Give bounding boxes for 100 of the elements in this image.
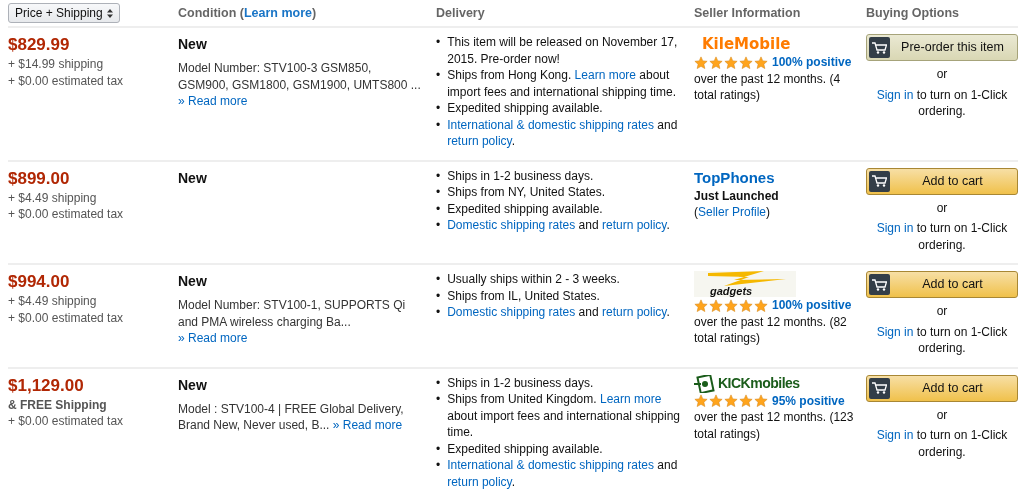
- sign-in-note: Sign in to turn on 1-Click ordering.: [875, 427, 1009, 460]
- seller-logo: KICKmobiles: [694, 374, 854, 393]
- positive-link[interactable]: 100% positive: [772, 298, 852, 312]
- star-icon: [709, 298, 723, 313]
- add-to-cart-button[interactable]: Add to cart: [866, 167, 1018, 195]
- delivery-note: Expedited shipping available.: [447, 200, 603, 217]
- read-more-link[interactable]: » Read more: [178, 94, 248, 108]
- bullet: •: [436, 217, 441, 234]
- bullet: •: [436, 100, 441, 117]
- description: Model Number: STV100-1, SUPPORTS Qi and PMA wireless charging Ba...: [178, 298, 406, 329]
- star-icon: [724, 298, 738, 313]
- column-header: Condition (Learn more): [178, 6, 317, 20]
- description: Model Number: STV100-3 GSM850, GSM900, GSM1800, GSM1900, UMTS800 ...: [178, 61, 421, 92]
- bullet: •: [436, 200, 441, 217]
- condition: New: [178, 272, 208, 291]
- seller-logo: gadgets: [694, 271, 796, 297]
- delivery-note: Ships from NY, United States.: [447, 184, 606, 201]
- link[interactable]: International & domestic shipping rates: [447, 117, 654, 132]
- estimated-tax: + $0.00 estimated tax: [8, 206, 125, 223]
- sort-arrows-icon: [106, 8, 113, 18]
- bullet: •: [436, 391, 441, 408]
- bullet: •: [436, 304, 441, 321]
- ratings-note: over the past 12 months. (82 total ratings): [694, 313, 848, 347]
- positive-link[interactable]: 95% positive: [772, 393, 845, 408]
- positive-link[interactable]: 100% positive: [772, 55, 852, 69]
- delivery-note: Expedited shipping available.: [447, 440, 603, 457]
- condition: New: [178, 168, 208, 188]
- or-text: or: [936, 406, 948, 423]
- delivery-note: This item will be released on November 17, 2015. Pre-order now!: [447, 34, 679, 67]
- link[interactable]: Domestic shipping rates: [447, 305, 576, 319]
- sign-in-note: Sign in to turn on 1-Click ordering.: [875, 86, 1009, 120]
- preorder-button[interactable]: Pre-order this item: [866, 34, 1018, 61]
- bullet: •: [436, 440, 441, 457]
- bullet: •: [436, 457, 441, 474]
- add-to-cart-button[interactable]: Add to cart: [866, 374, 1018, 402]
- column-header: Delivery: [436, 6, 485, 20]
- star-icon: [724, 394, 738, 409]
- column-header: Seller Information: [694, 6, 801, 20]
- link[interactable]: Learn more: [599, 392, 662, 406]
- shipping-cost: + $4.49 shipping: [8, 189, 98, 206]
- link[interactable]: return policy: [447, 134, 512, 148]
- star-icon: [694, 394, 708, 409]
- ratings-note: over the past 12 months. (123 total ratings): [694, 409, 854, 442]
- link[interactable]: Learn more: [574, 68, 636, 82]
- sort-select[interactable]: Price + Shipping: [8, 3, 120, 23]
- seller-name[interactable]: TopPhones: [694, 167, 854, 188]
- read-more-link[interactable]: » Read more: [332, 418, 403, 432]
- seller-status: Just Launched (Seller Profile): [694, 188, 779, 219]
- delivery-note: Domestic shipping rates and return policy.: [447, 217, 670, 234]
- link[interactable]: Sign in: [876, 324, 914, 339]
- cart-icon: [869, 170, 890, 192]
- or-text: or: [936, 199, 948, 216]
- bullet: •: [436, 271, 441, 288]
- star-icon: [754, 298, 768, 313]
- cart-icon: [869, 37, 890, 58]
- bullet: •: [436, 34, 441, 51]
- delivery-note: Domestic shipping rates and return policy.: [447, 304, 670, 321]
- delivery-note: International & domestic shipping rates and return policy.: [447, 457, 679, 490]
- read-more-link[interactable]: » Read more: [178, 331, 248, 345]
- price: $829.99: [8, 34, 71, 56]
- description: Model : STV100-4 | FREE Global Delivery, Brand New, Never used, B... » Read more: [178, 400, 405, 434]
- delivery-note: Ships in 1-2 business days.: [447, 167, 594, 184]
- price: $994.00: [8, 271, 71, 293]
- column-header: Buying Options: [866, 6, 960, 20]
- bullet: •: [436, 184, 441, 201]
- link[interactable]: return policy: [447, 474, 512, 489]
- link[interactable]: Domestic shipping rates: [447, 218, 576, 232]
- delivery-note: Expedited shipping available.: [447, 100, 603, 117]
- star-icon: [694, 55, 708, 70]
- cart-icon: [869, 377, 890, 399]
- link[interactable]: Learn more: [243, 6, 313, 20]
- seller-logo: KileMobile: [701, 34, 792, 54]
- sign-in-note: Sign in to turn on 1-Click ordering.: [875, 323, 1009, 357]
- bullet: •: [436, 67, 441, 84]
- shipping-cost: + $4.49 shipping: [8, 293, 98, 310]
- ratings-note: over the past 12 months. (4 total ratings): [694, 70, 842, 104]
- or-text: or: [936, 66, 948, 83]
- link[interactable]: Sign in: [876, 221, 914, 235]
- bullet: •: [436, 374, 441, 391]
- delivery-note: Ships from United Kingdom. Learn more about import fees and international shipping time.: [447, 391, 682, 441]
- estimated-tax: + $0.00 estimated tax: [8, 309, 125, 326]
- delivery-note: Ships in 1-2 business days.: [447, 374, 594, 391]
- link[interactable]: Sign in: [876, 87, 914, 102]
- delivery-note: Ships from IL, United States.: [447, 287, 600, 304]
- price: $899.00: [8, 167, 71, 190]
- link[interactable]: Sign in: [876, 428, 914, 442]
- star-icon: [724, 55, 738, 70]
- shipping-cost: + $14.99 shipping: [8, 56, 105, 73]
- condition: New: [178, 375, 208, 395]
- shipping-cost: & FREE Shipping: [8, 396, 108, 413]
- price: $1,129.00: [8, 374, 85, 397]
- link[interactable]: International & domestic shipping rates: [447, 458, 654, 472]
- add-to-cart-button[interactable]: Add to cart: [866, 271, 1018, 298]
- or-text: or: [936, 303, 948, 320]
- estimated-tax: + $0.00 estimated tax: [8, 413, 125, 430]
- star-icon: [754, 55, 768, 70]
- bullet: •: [436, 167, 441, 184]
- estimated-tax: + $0.00 estimated tax: [8, 72, 125, 89]
- link[interactable]: Seller Profile: [698, 205, 767, 219]
- star-icon: [739, 55, 753, 70]
